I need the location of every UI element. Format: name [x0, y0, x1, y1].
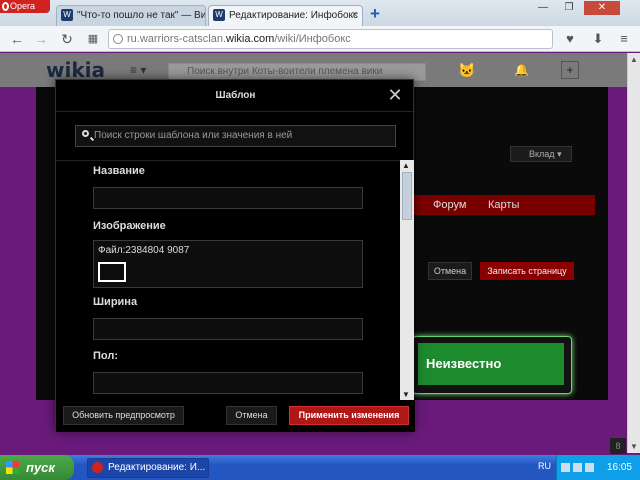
infobox-preview-value: Неизвестно [418, 343, 564, 385]
user-avatar-icon[interactable]: 🐱 [458, 62, 475, 79]
notifications-bell-icon[interactable]: 🔔 [514, 63, 529, 77]
dialog-cancel-button[interactable]: Отмена [226, 406, 277, 425]
edit-cancel-button[interactable]: Отмена [428, 262, 472, 280]
add-button[interactable]: + [561, 61, 579, 79]
wikia-favicon-icon: W [213, 9, 225, 21]
new-tab-button[interactable]: + [365, 4, 385, 24]
nav-link-maps[interactable]: Карты [488, 199, 519, 211]
wikia-favicon-icon: W [61, 9, 73, 21]
field-label-width: Ширина [93, 296, 138, 308]
tab-edit-infobox[interactable]: W Редактирование: Инфобокс × [208, 5, 363, 26]
nav-link-forum[interactable]: Форум [433, 199, 466, 211]
tab-title: Редактирование: Инфобокс [229, 10, 359, 21]
address-field[interactable]: ru.warriors-catsclan.wikia.com/wiki/Инфо… [108, 29, 553, 49]
corner-badge[interactable]: 8 [610, 438, 626, 454]
taskbar-item-opera[interactable]: Редактирование: И... [87, 458, 209, 478]
save-page-button[interactable]: Записать страницу [480, 262, 574, 280]
search-icon [82, 130, 89, 137]
template-dialog: Шаблон ✕ Поиск строки шаблона или значен… [55, 79, 415, 432]
field-input-width[interactable] [93, 318, 363, 340]
language-indicator[interactable]: RU [538, 461, 551, 471]
forward-icon[interactable]: → [32, 30, 50, 48]
template-fields: Название Изображение Файл:2384804 9087 Ш… [56, 160, 400, 400]
bookmark-heart-icon[interactable]: ♥ [560, 30, 580, 48]
field-input-name[interactable] [93, 187, 363, 209]
fields-scrollbar[interactable]: ▲ ▼ [400, 160, 414, 400]
update-preview-button[interactable]: Обновить предпросмотр [63, 406, 184, 425]
minimize-window-button[interactable]: — [532, 1, 554, 15]
opera-icon [92, 462, 103, 473]
field-label-image: Изображение [93, 220, 166, 232]
field-input-gender[interactable] [93, 372, 363, 394]
field-label-gender: Пол: [93, 350, 119, 362]
tab-title: "Что-то пошло не так" — Ви [77, 10, 206, 21]
white-box-icon [98, 262, 126, 282]
close-tab-icon[interactable]: × [352, 6, 358, 25]
page-info-icon[interactable] [113, 34, 123, 44]
start-button[interactable]: пуск [0, 455, 74, 480]
scrollbar-thumb[interactable] [402, 172, 412, 220]
hamburger-menu-icon[interactable]: ≡ ▾ [130, 63, 146, 77]
clock: 16:05 [606, 462, 632, 473]
volume-icon[interactable] [585, 463, 594, 472]
opera-icon [2, 2, 9, 11]
windows-logo-icon [6, 461, 19, 474]
close-icon[interactable]: ✕ [385, 85, 405, 105]
close-window-button[interactable]: ✕ [584, 1, 620, 15]
contribute-dropdown[interactable]: Вклад ▾ [510, 146, 572, 162]
apply-changes-button[interactable]: Применить изменения [289, 406, 409, 425]
restore-window-button[interactable]: ❐ [558, 1, 580, 15]
template-search-input[interactable]: Поиск строки шаблона или значения в ней [75, 125, 396, 147]
field-label-name: Название [93, 165, 145, 177]
dialog-title: Шаблон [56, 80, 415, 112]
menu-icon[interactable]: ≡ [614, 30, 634, 48]
system-tray: 16:05 [556, 455, 640, 480]
field-input-image[interactable]: Файл:2384804 9087 [93, 240, 363, 288]
speed-dial-icon[interactable]: ▦ [84, 30, 102, 48]
reload-icon[interactable]: ↻ [58, 30, 76, 48]
tray-app-icon[interactable] [573, 463, 582, 472]
opera-menu-button[interactable]: Opera [0, 0, 50, 13]
network-icon[interactable] [561, 463, 570, 472]
tab-error-page[interactable]: W "Что-то пошло не так" — Ви [56, 5, 206, 26]
download-icon[interactable]: ⬇ [588, 30, 608, 48]
back-icon[interactable]: ← [8, 30, 26, 48]
page-scrollbar[interactable]: ▲ ▼ [627, 53, 640, 453]
